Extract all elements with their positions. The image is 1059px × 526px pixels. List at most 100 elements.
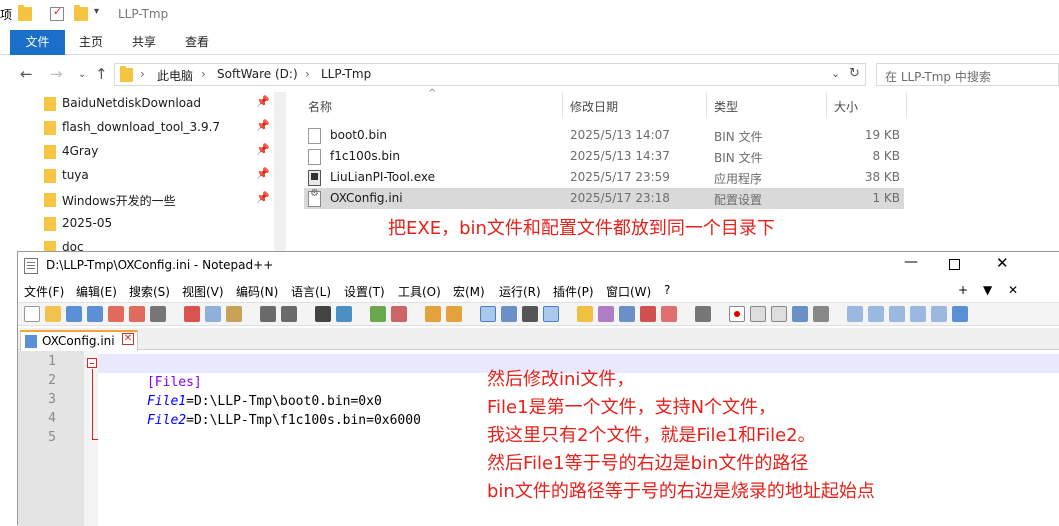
save-macro-icon[interactable] <box>813 306 829 322</box>
breadcrumb-drive[interactable]: SoftWare (D:) <box>217 67 298 81</box>
monitor-icon[interactable] <box>640 306 656 322</box>
column-divider[interactable] <box>706 92 707 118</box>
nav-item[interactable]: flash_download_tool_3.9.7 📌 <box>44 117 274 139</box>
save-all-icon[interactable] <box>87 306 103 322</box>
nav-item[interactable]: 2025-05 <box>44 213 274 235</box>
tab-file[interactable]: 文件 <box>10 30 65 55</box>
plugin-jc-icon[interactable] <box>868 306 884 322</box>
nav-item[interactable]: Windows开发的一些 📌 <box>44 189 274 211</box>
column-divider[interactable] <box>826 92 827 118</box>
new-folder-icon[interactable] <box>74 5 88 21</box>
tab-share[interactable]: 共享 <box>120 30 168 55</box>
cut-icon[interactable] <box>184 306 200 322</box>
menu-encoding[interactable]: 编码(N) <box>236 283 278 300</box>
nav-item[interactable]: 4Gray 📌 <box>44 141 274 163</box>
column-divider[interactable] <box>906 92 907 118</box>
menu-search[interactable]: 搜索(S) <box>129 283 170 300</box>
close-all-icon[interactable] <box>129 306 145 322</box>
file-row[interactable]: LiuLianPI-Tool.exe 2025/5/17 23:59 应用程序 … <box>304 167 904 188</box>
word-wrap-icon[interactable] <box>480 306 496 322</box>
menu-macro[interactable]: 宏(M) <box>453 283 485 300</box>
redo-icon[interactable] <box>281 306 297 322</box>
fold-toggle-icon[interactable] <box>87 358 97 368</box>
menu-settings[interactable]: 设置(T) <box>344 283 385 300</box>
properties-icon[interactable]: ✓ <box>50 5 64 21</box>
folder-as-workspace-icon[interactable] <box>661 306 677 322</box>
zoom-out-icon[interactable] <box>391 306 407 322</box>
show-all-chars-icon[interactable] <box>501 306 517 322</box>
replace-icon[interactable] <box>336 306 352 322</box>
copy-icon[interactable] <box>205 306 221 322</box>
refresh-icon[interactable]: ↻ <box>849 66 860 81</box>
pin-icon[interactable]: 📌 <box>256 191 270 204</box>
column-divider[interactable] <box>562 92 563 118</box>
search-input[interactable]: 在 LLP-Tmp 中搜索 <box>876 63 1059 86</box>
nav-item[interactable]: tuya 📌 <box>44 165 274 187</box>
plugin-link-icon[interactable] <box>952 306 968 322</box>
paste-icon[interactable] <box>226 306 242 322</box>
eye-icon[interactable] <box>695 306 711 322</box>
undo-icon[interactable] <box>260 306 276 322</box>
plugin-1-icon[interactable] <box>847 306 863 322</box>
menu-view[interactable]: 视图(V) <box>182 283 224 300</box>
sync-horizontal-icon[interactable] <box>446 306 462 322</box>
menu-help[interactable]: ? <box>664 283 670 297</box>
tab-home[interactable]: 主页 <box>68 30 114 55</box>
function-list-icon[interactable] <box>543 306 559 322</box>
pin-icon[interactable]: 📌 <box>256 95 270 108</box>
up-arrow-icon[interactable]: ↑ <box>95 65 108 83</box>
address-dropdown-icon[interactable]: ⌄ <box>831 67 840 80</box>
address-bar[interactable]: › 此电脑 › SoftWare (D:) › LLP-Tmp ⌄ ↻ <box>114 63 866 86</box>
folder-workspace-icon[interactable] <box>598 306 614 322</box>
forward-arrow-icon[interactable]: → <box>50 65 63 83</box>
nav-scrollbar[interactable] <box>274 92 286 252</box>
column-size[interactable]: 大小 <box>834 98 858 115</box>
menu-window[interactable]: 窗口(W) <box>606 283 651 300</box>
file-row[interactable]: boot0.bin 2025/5/13 14:07 BIN 文件 19 KB <box>304 125 904 146</box>
plugin-jpf-icon[interactable] <box>889 306 905 322</box>
play-macro-icon[interactable] <box>771 306 787 322</box>
pin-icon[interactable]: 📌 <box>256 143 270 156</box>
run-macro-multiple-icon[interactable] <box>792 306 808 322</box>
close-doc-icon[interactable]: ✕ <box>1008 283 1018 297</box>
tab-view[interactable]: 查看 <box>173 30 221 55</box>
doc-list-icon[interactable] <box>619 306 635 322</box>
close-button[interactable]: ✕ <box>996 254 1009 272</box>
record-macro-icon[interactable] <box>729 306 745 322</box>
find-icon[interactable] <box>315 306 331 322</box>
file-row[interactable]: f1c100s.bin 2025/5/13 14:37 BIN 文件 8 KB <box>304 146 904 167</box>
breadcrumb-this-pc[interactable]: 此电脑 <box>157 67 193 84</box>
add-tab-icon[interactable]: + <box>958 283 968 297</box>
save-icon[interactable] <box>66 306 82 322</box>
plugin-path-icon[interactable] <box>910 306 926 322</box>
menu-tools[interactable]: 工具(O) <box>398 283 441 300</box>
column-type[interactable]: 类型 <box>714 98 738 115</box>
minimize-button[interactable]: — <box>904 254 918 270</box>
recent-dropdown-icon[interactable]: ⌄ <box>78 69 86 80</box>
menu-language[interactable]: 语言(L) <box>291 283 331 300</box>
indent-guide-icon[interactable] <box>522 306 538 322</box>
doc-map-icon[interactable] <box>577 306 593 322</box>
pin-icon[interactable]: 📌 <box>256 119 270 132</box>
menu-file[interactable]: 文件(F) <box>24 283 64 300</box>
customize-toolbar-icon[interactable]: ▾ <box>94 6 99 17</box>
menu-edit[interactable]: 编辑(E) <box>76 283 117 300</box>
print-icon[interactable] <box>150 306 166 322</box>
open-file-icon[interactable] <box>45 306 61 322</box>
zoom-in-icon[interactable] <box>370 306 386 322</box>
menu-run[interactable]: 运行(R) <box>499 283 541 300</box>
file-row-selected[interactable]: ⚙ OXConfig.ini 2025/5/17 23:18 配置设置 1 KB <box>304 188 904 209</box>
pin-icon[interactable]: 📌 <box>256 167 270 180</box>
sync-vertical-icon[interactable] <box>425 306 441 322</box>
column-date[interactable]: 修改日期 <box>570 98 618 115</box>
maximize-button[interactable] <box>949 259 960 270</box>
plugin-json-icon[interactable] <box>931 306 947 322</box>
column-name[interactable]: 名称 <box>308 98 332 115</box>
close-file-icon[interactable] <box>108 306 124 322</box>
tab-list-icon[interactable]: ▼ <box>983 283 992 297</box>
menu-plugins[interactable]: 插件(P) <box>553 283 594 300</box>
back-arrow-icon[interactable]: ← <box>20 65 33 83</box>
nav-item[interactable]: BaiduNetdiskDownload 📌 <box>44 93 274 115</box>
new-file-icon[interactable] <box>24 306 40 322</box>
doc-tab[interactable]: OXConfig.ini ✕ <box>20 330 138 351</box>
